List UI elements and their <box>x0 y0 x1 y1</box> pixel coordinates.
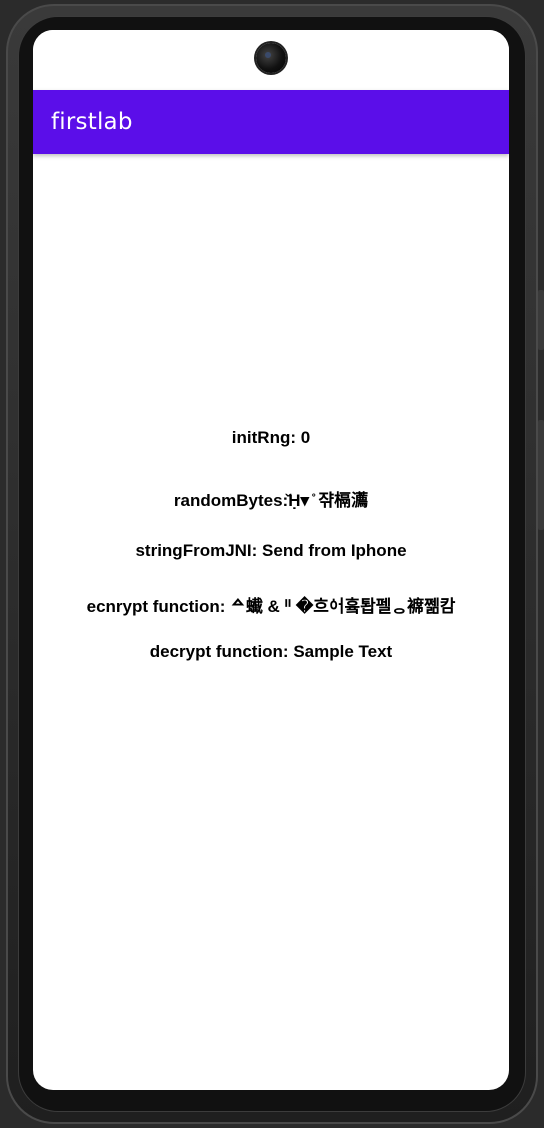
device-frame: firstlab initRng: 0 randomBytes:̌Ḥ▾ ̊ 쟊槅… <box>0 0 544 1128</box>
power-button <box>538 420 544 530</box>
phone-screen: firstlab initRng: 0 randomBytes:̌Ḥ▾ ̊ 쟊槅… <box>33 30 509 1090</box>
app-title: firstlab <box>51 109 133 135</box>
volume-button <box>538 290 544 350</box>
front-camera-icon <box>256 43 286 73</box>
string-from-jni-text: stringFromJNI: Send from Iphone <box>135 541 407 560</box>
status-bar <box>33 30 509 90</box>
random-bytes-text: randomBytes:̌Ḥ▾ ̊ 쟊槅瀳 <box>173 491 369 510</box>
encrypt-function-text: ecnrypt function: ᅀ蠘 & ᐦ �흐ᅌᅥ흌퇍펠ᆼ褯쩲캄 <box>86 597 456 616</box>
app-bar: firstlab <box>33 90 509 154</box>
decrypt-function-text: decrypt function: Sample Text <box>149 642 393 661</box>
init-rng-text: initRng: 0 <box>231 428 311 447</box>
